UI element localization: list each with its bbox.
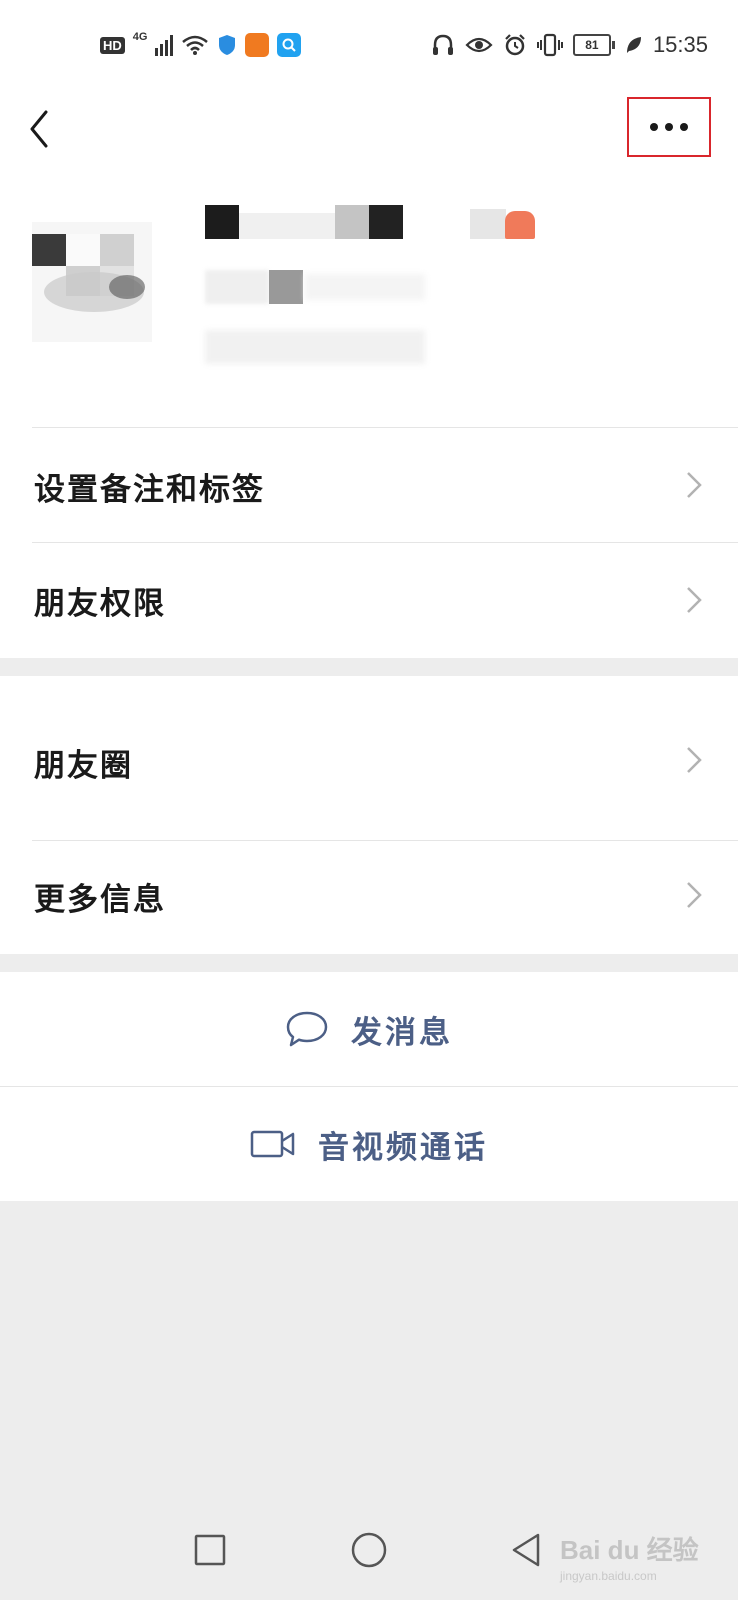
shield-icon <box>219 35 236 55</box>
network-type: 4G <box>132 31 148 43</box>
chat-bubble-icon <box>286 1011 328 1047</box>
settings-group: 设置备注和标签 朋友权限 <box>0 428 738 658</box>
leaf-icon <box>626 37 641 53</box>
chevron-left-icon <box>30 110 48 148</box>
back-button[interactable] <box>20 100 60 150</box>
baidu-watermark: Bai du 经验 jingyan.baidu.com <box>560 1530 699 1583</box>
nav-back-button[interactable] <box>496 1520 556 1580</box>
clock: 15:35 <box>652 32 708 57</box>
status-right: 81 15:35 <box>431 30 708 60</box>
app-notification-icon <box>245 33 270 57</box>
friend-permissions-label: 朋友权限 <box>34 586 166 622</box>
moments-row[interactable]: 朋友圈 <box>0 676 738 840</box>
voice-video-call-button[interactable]: 音视频通话 <box>0 1087 738 1201</box>
chevron-right-icon <box>687 882 702 908</box>
remark-tags-label: 设置备注和标签 <box>34 472 265 508</box>
eye-icon <box>465 37 493 53</box>
circle-icon <box>351 1532 387 1568</box>
chevron-right-icon <box>687 747 702 773</box>
home-button[interactable] <box>339 1520 399 1580</box>
more-info-row[interactable]: 更多信息 <box>0 841 738 954</box>
battery-level: 81 <box>572 34 611 56</box>
video-camera-icon <box>250 1130 295 1158</box>
send-message-button[interactable]: 发消息 <box>0 972 738 1086</box>
system-nav-bar: Bai du 经验 jingyan.baidu.com <box>0 1500 738 1600</box>
avatar[interactable] <box>32 222 152 342</box>
more-dots-icon <box>650 123 688 131</box>
status-bar: HD 4G 81 15:35 <box>0 0 738 90</box>
header-bar <box>0 90 738 170</box>
send-message-label: 发消息 <box>351 1014 453 1051</box>
watermark-brand: Bai du 经验 <box>560 1535 699 1565</box>
watermark-site: jingyan.baidu.com <box>560 1569 657 1583</box>
profile-card <box>0 170 738 428</box>
hd-badge: HD <box>100 36 125 54</box>
recents-button[interactable] <box>180 1520 240 1580</box>
wechat-id-obscured <box>205 270 465 306</box>
remark-tags-row[interactable]: 设置备注和标签 <box>0 428 738 542</box>
wifi-icon <box>182 35 209 55</box>
battery-icon: 81 <box>572 34 615 56</box>
nickname-obscured <box>205 205 555 245</box>
headphones-icon <box>432 34 453 55</box>
alarm-icon <box>505 34 525 56</box>
more-info-label: 更多信息 <box>34 882 166 918</box>
more-options-button[interactable] <box>627 97 711 157</box>
voice-video-call-label: 音视频通话 <box>318 1129 488 1166</box>
status-left: HD 4G <box>100 30 302 60</box>
chevron-right-icon <box>687 472 702 498</box>
moments-label: 朋友圈 <box>34 748 133 784</box>
vibrate-icon <box>536 33 563 57</box>
chevron-right-icon <box>687 587 702 613</box>
signal-icon <box>155 34 174 56</box>
info-group: 朋友圈 更多信息 <box>0 676 738 954</box>
square-icon <box>194 1534 226 1566</box>
search-app-icon <box>277 33 302 57</box>
friend-permissions-row[interactable]: 朋友权限 <box>0 543 738 658</box>
triangle-back-icon <box>512 1533 540 1567</box>
region-obscured <box>205 330 445 366</box>
